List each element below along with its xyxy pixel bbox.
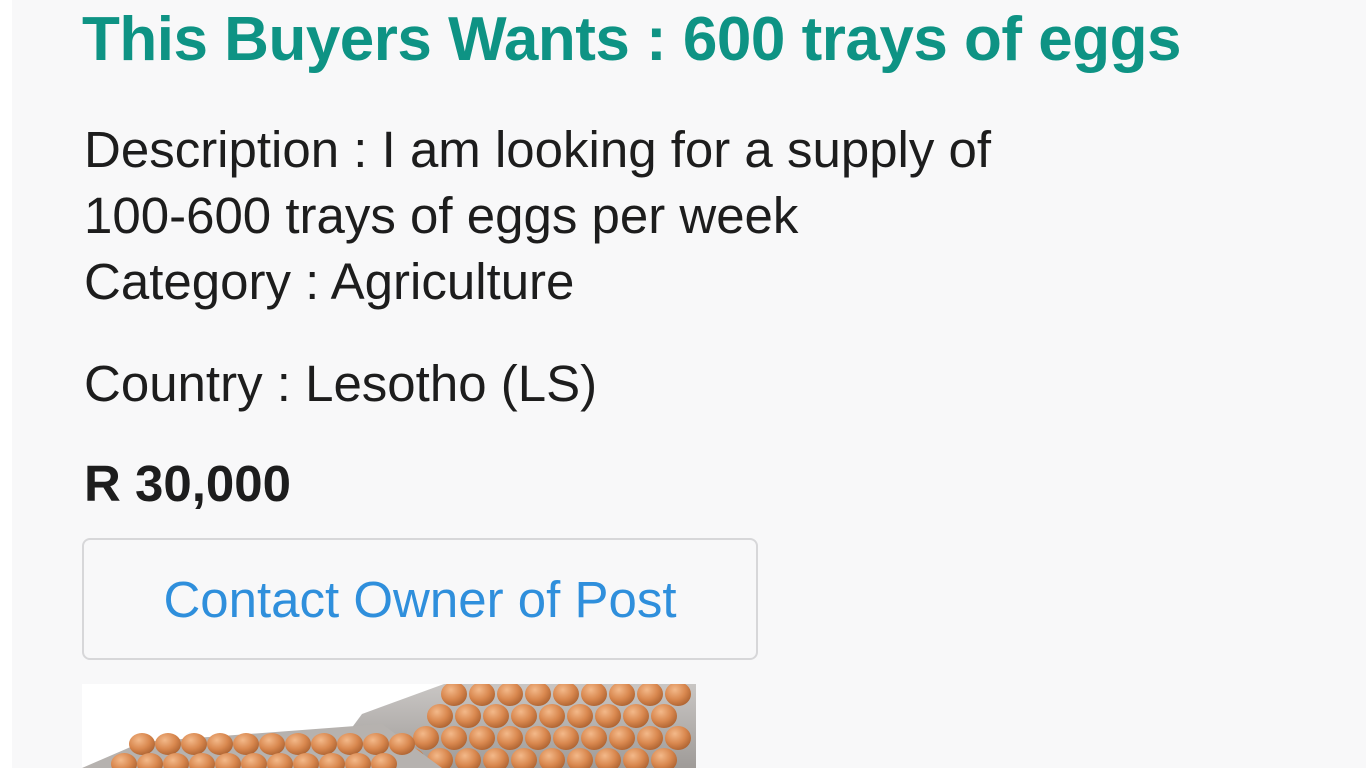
egg-shape [259,733,285,755]
egg-shape [469,726,495,750]
egg-shape [363,733,389,755]
egg-shape [207,733,233,755]
egg-shape [567,704,593,728]
egg-shape [455,704,481,728]
egg-shape [441,726,467,750]
post-title: This Buyers Wants : 600 trays of eggs [82,5,1181,74]
page: This Buyers Wants : 600 trays of eggs De… [0,0,1366,768]
contact-owner-button[interactable]: Contact Owner of Post [82,538,758,660]
egg-shape [483,704,509,728]
eggs-trays-image [82,684,696,768]
egg-shape [539,704,565,728]
egg-shape [427,704,453,728]
egg-shape [285,733,311,755]
egg-shape [525,726,551,750]
post-category: Category : Agriculture [84,253,575,310]
egg-shape [311,733,337,755]
egg-shape [581,726,607,750]
post-description-line-1: Description : I am looking for a supply … [84,121,992,178]
egg-shape [155,733,181,755]
egg-shape [637,726,663,750]
egg-shape [609,726,635,750]
post-country: Country : Lesotho (LS) [84,355,598,412]
egg-shape [413,726,439,750]
egg-shape [129,733,155,755]
egg-shape [651,704,677,728]
egg-shape [181,733,207,755]
egg-shape [623,704,649,728]
post-price: R 30,000 [84,455,291,512]
egg-shape [337,733,363,755]
egg-shape [497,726,523,750]
egg-shape [233,733,259,755]
eggs-in-trays-photo-icon [82,684,696,768]
egg-shape [389,733,415,755]
contact-owner-button-label: Contact Owner of Post [163,570,677,628]
egg-shape [595,704,621,728]
egg-shape [665,726,691,750]
post-description-line-2: 100-600 trays of eggs per week [84,187,799,244]
egg-shape [553,726,579,750]
egg-shape [511,704,537,728]
